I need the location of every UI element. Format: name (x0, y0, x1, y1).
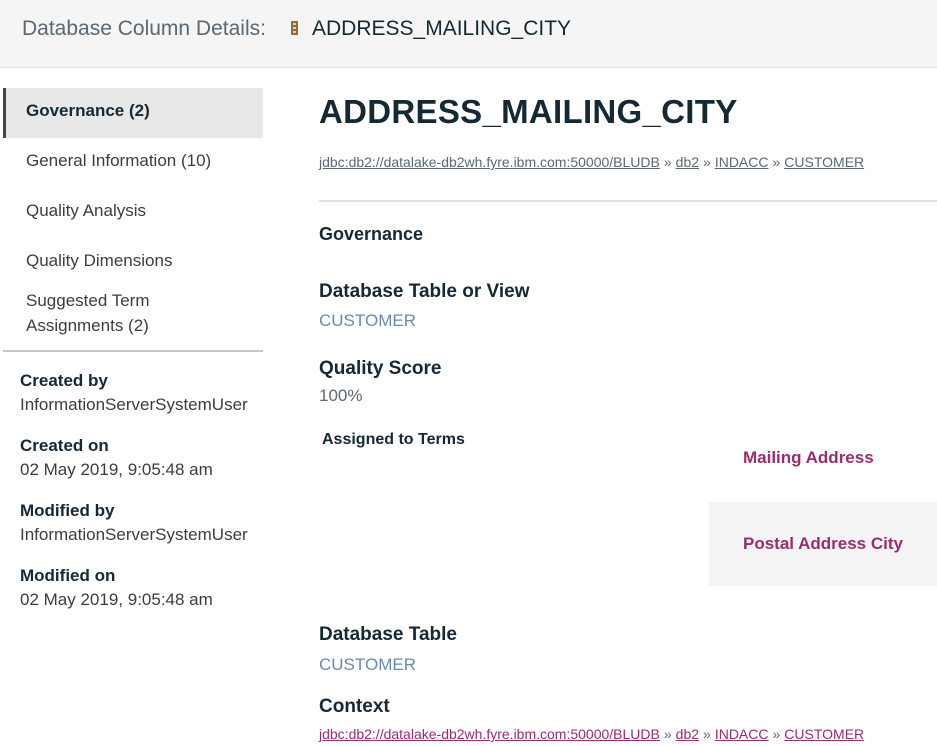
created-by-label: Created by (20, 371, 108, 390)
breadcrumb-separator: » (703, 154, 711, 170)
context-separator: » (703, 726, 711, 742)
created-on-value: 02 May 2019, 9:05:48 am (20, 460, 213, 479)
created-on-label: Created on (20, 436, 109, 455)
modified-by-value: InformationServerSystemUser (20, 525, 248, 544)
sidebar-item-governance[interactable]: Governance (2) (3, 88, 263, 138)
section-title-governance: Governance (319, 224, 424, 244)
breadcrumb-link-indacc[interactable]: INDACC (715, 154, 769, 170)
database-column-icon (291, 21, 298, 35)
sidebar-nav: Governance (2) General Information (10) … (3, 88, 263, 352)
context-path: jdbc:db2://datalake-db2wh.fyre.ibm.com:5… (319, 726, 864, 742)
sidebar-divider (3, 350, 263, 352)
table-or-view-label: Database Table or View (319, 281, 530, 302)
term-link-postal-address-city[interactable]: Postal Address City (709, 502, 937, 586)
breadcrumb-link-database[interactable]: jdbc:db2://datalake-db2wh.fyre.ibm.com:5… (319, 154, 660, 170)
content-divider (319, 200, 937, 202)
context-link-customer[interactable]: CUSTOMER (784, 726, 864, 742)
context-label: Context (319, 696, 390, 717)
database-table-value[interactable]: CUSTOMER (319, 655, 416, 675)
created-on: Created on 02 May 2019, 9:05:48 am (20, 435, 265, 483)
asset-metadata: Created by InformationServerSystemUser C… (20, 370, 265, 630)
breadcrumb-link-customer[interactable]: CUSTOMER (784, 154, 864, 170)
term-link-mailing-address[interactable]: Mailing Address (709, 416, 937, 500)
modified-on-value: 02 May 2019, 9:05:48 am (20, 590, 213, 609)
modified-by: Modified by InformationServerSystemUser (20, 500, 265, 548)
assigned-terms-label: Assigned to Terms (322, 431, 465, 448)
breadcrumb: jdbc:db2://datalake-db2wh.fyre.ibm.com:5… (319, 154, 864, 170)
sidebar-item-suggested-term-assignments[interactable]: Suggested Term Assignments (2) (3, 288, 263, 350)
quality-score-value: 100% (319, 386, 363, 405)
context-link-database[interactable]: jdbc:db2://datalake-db2wh.fyre.ibm.com:5… (319, 726, 660, 742)
breadcrumb-link-schema-db2[interactable]: db2 (676, 154, 699, 170)
sidebar-item-label-line2: Assignments (2) (26, 316, 149, 335)
page-title: ADDRESS_MAILING_CITY (319, 93, 738, 130)
quality-score-label: Quality Score (319, 358, 442, 379)
table-or-view-value[interactable]: CUSTOMER (319, 311, 416, 331)
created-by-value: InformationServerSystemUser (20, 395, 248, 414)
context-separator: » (663, 726, 672, 742)
database-table-label: Database Table (319, 624, 457, 645)
modified-by-label: Modified by (20, 501, 115, 520)
breadcrumb-separator: » (663, 154, 672, 170)
modified-on: Modified on 02 May 2019, 9:05:48 am (20, 565, 265, 613)
sidebar-item-general-information[interactable]: General Information (10) (3, 138, 263, 188)
sidebar-item-quality-analysis[interactable]: Quality Analysis (3, 188, 263, 238)
sidebar-item-label-line1: Suggested Term (26, 291, 150, 310)
sidebar-item-quality-dimensions[interactable]: Quality Dimensions (3, 238, 263, 288)
context-link-indacc[interactable]: INDACC (715, 726, 769, 742)
created-by: Created by InformationServerSystemUser (20, 370, 265, 418)
main-content: ADDRESS_MAILING_CITY jdbc:db2://datalake… (319, 0, 937, 746)
breadcrumb-separator: » (772, 154, 781, 170)
context-link-schema-db2[interactable]: db2 (676, 726, 699, 742)
header-label: Database Column Details: (22, 17, 266, 40)
modified-on-label: Modified on (20, 566, 116, 585)
context-separator: » (772, 726, 781, 742)
